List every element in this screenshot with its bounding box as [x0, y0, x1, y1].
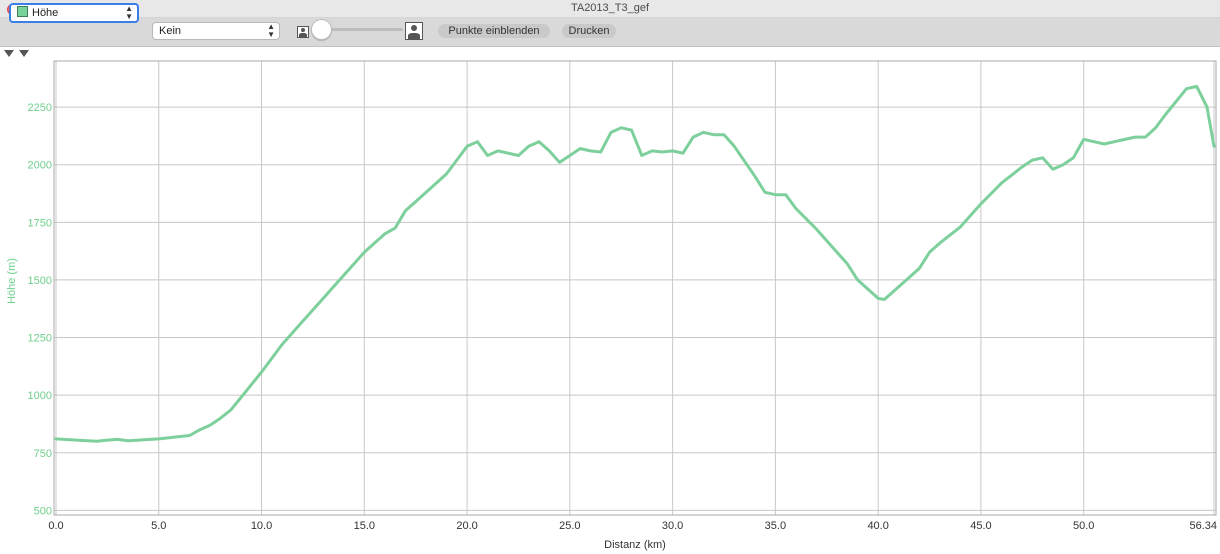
y-axis-label: Höhe (m) — [6, 258, 18, 304]
second-series-select[interactable]: Kein ▲ ▼ — [152, 22, 280, 40]
second-select-value: Kein — [159, 25, 182, 37]
series-color-swatch — [17, 6, 28, 17]
person-large-icon — [405, 22, 423, 40]
y-tick-label: 750 — [34, 448, 52, 460]
zoom-slider-knob[interactable] — [311, 19, 332, 40]
person-small-icon — [297, 26, 309, 38]
x-tick-label: 5.0 — [151, 520, 166, 532]
chart-grid — [54, 61, 1216, 515]
print-button[interactable]: Drucken — [562, 24, 616, 38]
x-tick-label: 56.34 — [1189, 520, 1217, 532]
series-select[interactable]: Höhe ▲ ▼ — [9, 3, 139, 23]
window-titlebar: TA2013_T3_gef — [0, 0, 1220, 18]
series-select-value: Höhe — [32, 7, 59, 19]
y-tick-label: 2250 — [28, 102, 52, 114]
y-tick-label: 1750 — [28, 217, 52, 229]
chevron-updown-icon: ▲ ▼ — [267, 22, 275, 39]
y-axis-ticks: 500 750 1000 1250 1500 1750 2000 2250 — [28, 102, 52, 517]
x-tick-label: 0.0 — [48, 520, 63, 532]
plot-frame — [53, 60, 1217, 516]
x-tick-label: 20.0 — [456, 520, 477, 532]
y-tick-label: 1000 — [28, 390, 52, 402]
window-title: TA2013_T3_gef — [570, 2, 650, 14]
chevron-updown-icon: ▲ ▼ — [125, 4, 133, 21]
elevation-line — [54, 84, 1216, 443]
elevation-chart[interactable]: 500 750 1000 1250 1500 1750 2000 2250 0.0 5.0 10.… — [0, 48, 1220, 554]
x-tick-label: 50.0 — [1073, 520, 1094, 532]
x-tick-label: 45.0 — [970, 520, 991, 532]
show-points-button[interactable]: Punkte einblenden — [438, 24, 550, 38]
x-tick-label: 10.0 — [251, 520, 272, 532]
x-tick-label: 25.0 — [559, 520, 580, 532]
y-tick-label: 500 — [34, 505, 52, 517]
x-tick-label: 40.0 — [867, 520, 888, 532]
y-tick-label: 2000 — [28, 160, 52, 172]
y-tick-label: 1250 — [28, 333, 52, 345]
x-axis-label: Distanz (km) — [604, 539, 666, 551]
y-tick-label: 1500 — [28, 275, 52, 287]
x-axis-ticks: 0.0 5.0 10.0 15.0 20.0 25.0 30.0 35.0 40.0 45.0 50… — [48, 520, 1217, 532]
x-tick-label: 15.0 — [354, 520, 375, 532]
x-tick-label: 35.0 — [765, 520, 786, 532]
x-tick-label: 30.0 — [662, 520, 683, 532]
